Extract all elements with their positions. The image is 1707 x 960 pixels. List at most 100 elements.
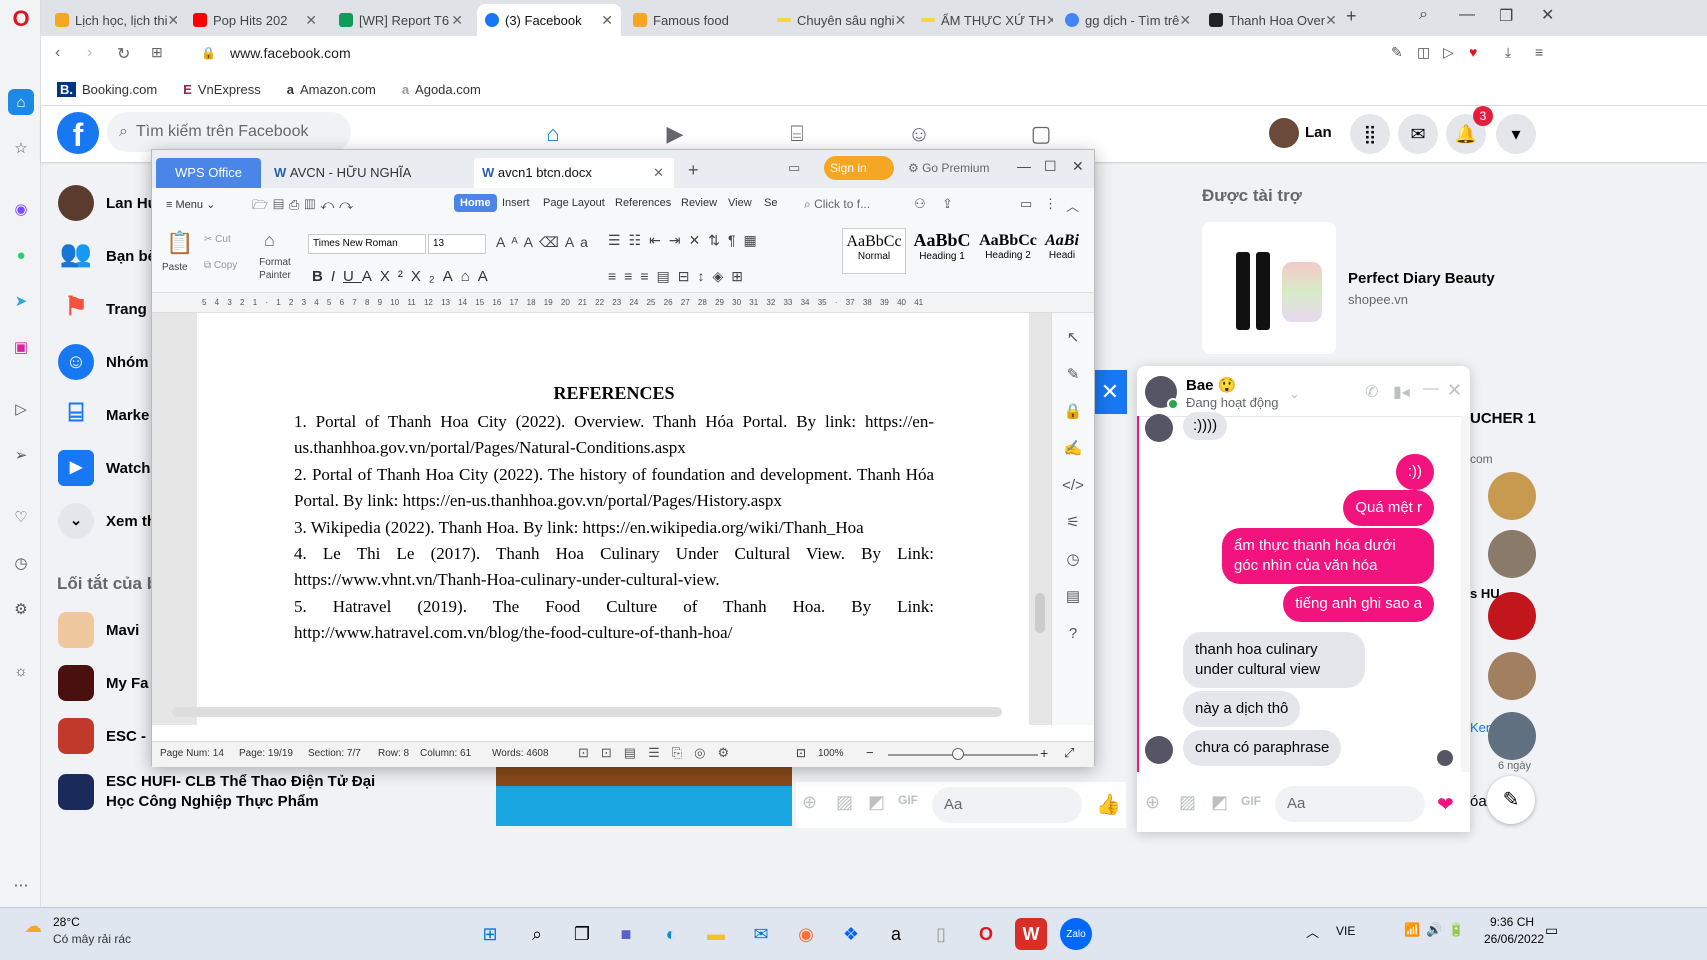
menu-grid-icon[interactable]: ⣿ [1350, 114, 1390, 154]
edit-icon[interactable]: ✎ [1391, 44, 1403, 61]
search-input[interactable]: ⌕ Tìm kiếm trên Facebook [107, 112, 351, 152]
close-chat-icon[interactable]: ✕ [1093, 370, 1127, 414]
chevron-down-icon[interactable]: ⌄ [1289, 386, 1300, 402]
select-icon[interactable]: ↖ [1052, 319, 1094, 356]
minimize-icon[interactable]: — [1017, 158, 1031, 174]
sticker-icon[interactable]: ◩ [868, 792, 885, 813]
teams-icon[interactable]: ■ [610, 918, 642, 950]
tray-chevron-icon[interactable]: ︿ [1306, 922, 1319, 941]
list-buttons[interactable]: ☰☷⇤⇥✕⇅¶▦ [608, 232, 765, 249]
style-heading3[interactable]: AaBi Headi [1042, 228, 1082, 274]
go-premium-button[interactable]: ⚙ Go Premium [908, 161, 989, 175]
new-message-icon[interactable]: ✎ [1487, 776, 1535, 824]
tab-review[interactable]: Review [681, 197, 717, 209]
home-icon[interactable]: ⌂ [8, 89, 34, 115]
messenger-icon[interactable]: ✉ [1398, 114, 1438, 154]
url-text[interactable]: www.facebook.com [230, 45, 351, 61]
more-icon[interactable]: ⋮ [1044, 196, 1057, 212]
fullscreen-icon[interactable]: ⤢ [1064, 745, 1074, 761]
adjust-icon[interactable]: ⚟ [1052, 504, 1094, 541]
text-format-buttons[interactable]: BIUAX²X₂A⌂A [312, 268, 496, 285]
close-icon[interactable]: ✕ [1325, 12, 1337, 29]
document-page[interactable]: REFERENCES 1. Portal of Thanh Hoa City (… [197, 313, 1029, 725]
message-input[interactable]: Aa [1275, 786, 1425, 822]
history-icon[interactable]: ◷ [8, 550, 34, 576]
reload-icon[interactable]: ↻ [117, 44, 130, 64]
vertical-scrollbar[interactable] [1035, 593, 1045, 633]
copy-button[interactable]: ⧉ Copy [204, 260, 237, 271]
new-tab-icon[interactable]: + [1346, 6, 1357, 27]
tab-6[interactable]: Chuyên sâu nghi ✕ [769, 4, 909, 36]
camera-icon[interactable]: ◫ [1417, 44, 1430, 61]
left-item-marketplace[interactable]: ⌸ Marke [58, 392, 149, 438]
instagram-icon[interactable]: ▣ [8, 334, 34, 360]
tab-5[interactable]: Famous food [625, 4, 765, 36]
menu-button[interactable]: ≡ Menu ⌄ [166, 198, 215, 211]
ad-title[interactable]: Perfect Diary Beauty [1348, 270, 1495, 287]
left-item-pages[interactable]: ⚑ Trang [58, 286, 147, 332]
contact-avatar[interactable] [1488, 472, 1536, 520]
tab-facebook[interactable]: (3) Facebook ✕ [477, 4, 621, 36]
close-icon[interactable]: ✕ [305, 12, 317, 29]
close-icon[interactable]: ✕ [1179, 12, 1191, 29]
tab-home[interactable]: Home [454, 194, 497, 212]
more-icon[interactable]: ⋯ [8, 872, 34, 898]
account-chevron-icon[interactable]: ▾ [1496, 114, 1536, 154]
task-view-icon[interactable]: ❐ [566, 918, 598, 950]
left-item-see-more[interactable]: ⌄ Xem th [58, 498, 156, 544]
tab-insert[interactable]: Insert [502, 197, 530, 209]
tab-view[interactable]: View [728, 197, 752, 209]
edit-icon[interactable]: ✍ [1052, 430, 1094, 467]
format-painter-button[interactable]: Format Painter [256, 256, 294, 282]
dropbox-icon[interactable]: ❖ [835, 918, 867, 950]
image-icon[interactable]: ▨ [836, 792, 853, 813]
restore-icon[interactable]: ❐ [1499, 6, 1513, 26]
image-icon[interactable]: ▨ [1179, 792, 1196, 813]
nav-home-icon[interactable]: ⌂ [535, 116, 571, 152]
player-icon[interactable]: ▷ [8, 396, 34, 422]
shortcut-my-fa[interactable]: My Fa [58, 660, 149, 706]
settings-icon[interactable]: ⚙ [8, 596, 34, 622]
left-item-friends[interactable]: 👥 Bạn bè [58, 233, 156, 279]
back-icon[interactable]: ‹ [55, 44, 60, 62]
lightbulb-icon[interactable]: ☼ [8, 658, 34, 684]
search-icon[interactable]: ⌕ [1419, 6, 1428, 24]
left-item-profile[interactable]: Lan Hu [58, 180, 157, 226]
bookmark-amazon[interactable]: a Amazon.com [287, 82, 376, 97]
view-mode-icons[interactable]: ⊡⊡▤☰⎘◎⚙ [578, 745, 741, 761]
close-icon[interactable]: ✕ [168, 12, 178, 29]
send-icon[interactable]: ▷ [1443, 44, 1454, 61]
nav-marketplace-icon[interactable]: ⌸ [779, 116, 815, 152]
telegram-icon[interactable]: ➤ [8, 288, 34, 314]
bookmark-vnexpress[interactable]: E VnExpress [183, 82, 261, 97]
heart-icon[interactable]: ♡ [8, 504, 34, 530]
format-painter-icon[interactable]: ⌂ [264, 230, 275, 251]
list-icon[interactable]: ▤ [1052, 578, 1094, 615]
style-heading2[interactable]: AaBbCc Heading 2 [976, 228, 1040, 274]
contact-avatar[interactable] [1488, 592, 1536, 640]
doc-tab-2[interactable]: W avcn1 btcn.docx ✕ [474, 158, 674, 188]
cut-button[interactable]: ✂ Cut [204, 234, 231, 245]
pen-icon[interactable]: ✎ [1052, 356, 1094, 393]
chat-name[interactable]: Bae 😲 [1186, 376, 1236, 394]
tab-8[interactable]: gg dịch - Tìm trê ✕ [1057, 4, 1197, 36]
style-normal[interactable]: AaBbCc Normal [842, 228, 906, 274]
minimize-icon[interactable]: — [1459, 6, 1475, 24]
edge-icon[interactable]: ◐ [655, 918, 687, 950]
menu-icon[interactable]: ≡ [1535, 44, 1543, 60]
tab-page-layout[interactable]: Page Layout [543, 197, 605, 209]
left-item-groups[interactable]: ☺ Nhóm [58, 339, 149, 385]
avatar[interactable] [1269, 118, 1299, 148]
zalo-icon[interactable]: Zalo [1060, 918, 1092, 950]
shortcut-esc[interactable]: ESC - E [58, 713, 160, 759]
search-box[interactable]: ⌕ Click to f... [804, 197, 870, 212]
fit-icon[interactable]: ⊡ [796, 746, 806, 760]
nav-watch-icon[interactable]: ▶ [657, 116, 693, 152]
paste-icon[interactable]: 📋 [166, 230, 193, 256]
bookmark-booking[interactable]: B. Booking.com [57, 82, 157, 97]
chat-scrollbar[interactable] [1461, 416, 1470, 772]
layout-icon[interactable]: ▭ [788, 160, 800, 176]
zoom-level[interactable]: 100% [818, 748, 844, 759]
amazon-icon[interactable]: a [880, 918, 912, 950]
close-icon[interactable]: ✕ [1447, 380, 1462, 401]
